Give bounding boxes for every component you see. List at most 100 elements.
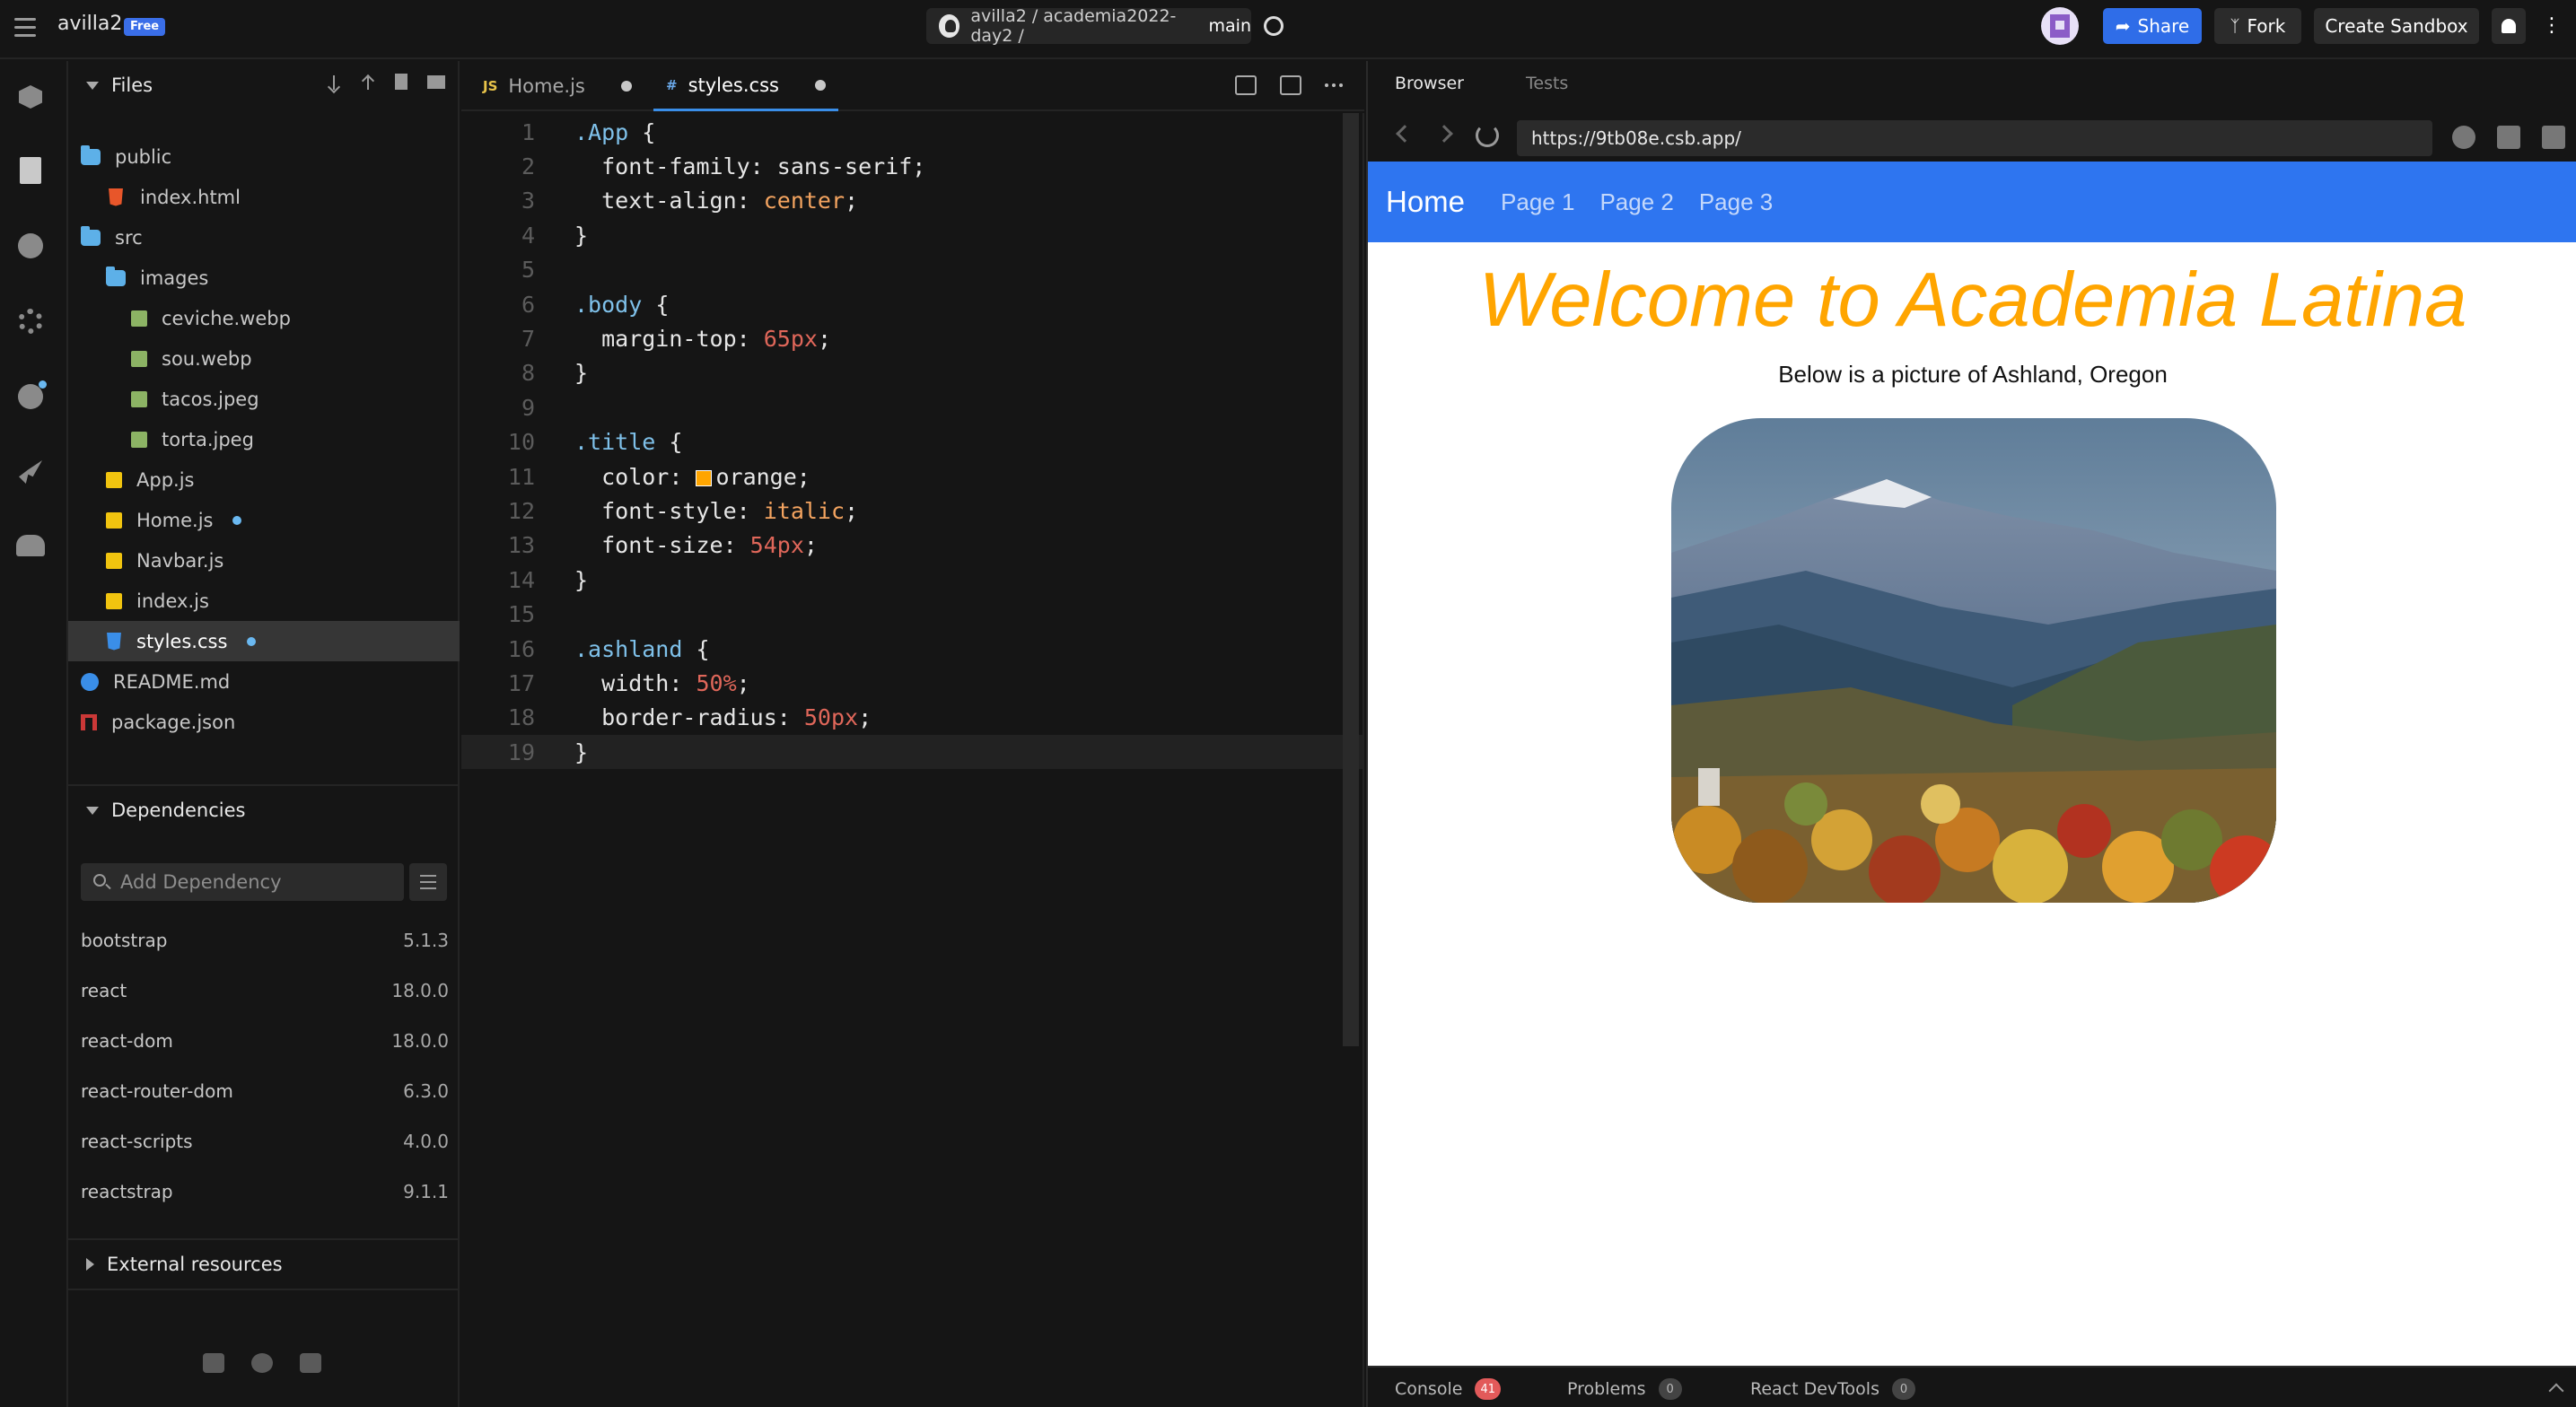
github-icon[interactable] xyxy=(14,380,47,413)
back-icon[interactable] xyxy=(1396,125,1414,143)
code-token: 50% xyxy=(696,669,737,696)
chevron-up-icon[interactable] xyxy=(2548,1383,2564,1399)
tab-styles-css[interactable]: # styles.css xyxy=(653,61,838,111)
forward-icon[interactable] xyxy=(1435,125,1453,143)
notifications-button[interactable] xyxy=(2492,8,2526,44)
file-tree-item[interactable]: App.js xyxy=(68,459,460,500)
more-menu-button[interactable]: ⋮ xyxy=(2538,8,2565,44)
file-tree-item[interactable]: images xyxy=(68,258,460,298)
avatar[interactable] xyxy=(2041,7,2079,45)
preview-icon[interactable] xyxy=(1280,75,1301,95)
workspace-name[interactable]: avilla2 xyxy=(57,13,122,35)
more-icon[interactable] xyxy=(1325,75,1346,95)
download-icon[interactable] xyxy=(327,74,341,92)
create-sandbox-button[interactable]: Create Sandbox xyxy=(2314,8,2479,44)
url-input[interactable]: https://9tb08e.csb.app/ xyxy=(1517,120,2432,156)
dependency-name: react-router-dom xyxy=(81,1080,233,1102)
file-icon[interactable] xyxy=(14,154,47,187)
line-number: 6 xyxy=(521,291,535,318)
rocket-icon[interactable] xyxy=(14,456,47,488)
file-tree-item[interactable]: index.html xyxy=(68,177,460,217)
tab-problems[interactable]: Problems 0 xyxy=(1567,1378,1682,1400)
unsaved-dot-icon[interactable] xyxy=(620,81,632,92)
share-button[interactable]: ➦ Share xyxy=(2103,8,2202,44)
file-tree-item[interactable]: styles.css xyxy=(68,621,460,661)
users-icon[interactable] xyxy=(14,529,47,562)
code-token: { xyxy=(642,291,670,318)
dependency-menu-button[interactable] xyxy=(409,863,447,901)
split-view-icon[interactable] xyxy=(1235,75,1257,95)
file-tree-item[interactable]: src xyxy=(68,217,460,258)
file-tree-item[interactable]: Home.js xyxy=(68,500,460,540)
file-tree-item[interactable]: torta.jpeg xyxy=(68,419,460,459)
dependency-item[interactable]: bootstrap 5.1.3 xyxy=(81,922,449,958)
external-resources-title: External resources xyxy=(107,1254,283,1275)
line-number: 3 xyxy=(521,188,535,214)
tab-browser[interactable]: Browser xyxy=(1395,74,1464,93)
file-tree-item[interactable]: Navbar.js xyxy=(68,540,460,581)
devtools-count-badge: 0 xyxy=(1891,1378,1915,1400)
file-tree-item[interactable]: tacos.jpeg xyxy=(68,379,460,419)
devtools-icon[interactable] xyxy=(2452,126,2475,149)
file-tree-item[interactable]: index.js xyxy=(68,581,460,621)
code-token: } xyxy=(574,738,589,765)
pane-splitter[interactable] xyxy=(1362,113,1364,1407)
file-tree-item[interactable]: sou.webp xyxy=(68,338,460,379)
new-folder-icon[interactable] xyxy=(427,75,445,89)
upload-icon[interactable] xyxy=(361,74,375,92)
code-line: 15 xyxy=(461,598,1364,632)
unsaved-dot-icon[interactable] xyxy=(814,79,826,91)
file-tree-item[interactable]: package.json xyxy=(68,702,460,742)
code-text: font-size: 54px; xyxy=(574,532,818,558)
file-actions xyxy=(327,74,445,92)
dependency-item[interactable]: react-dom 18.0.0 xyxy=(81,1023,449,1059)
dependency-item[interactable]: react-router-dom 6.3.0 xyxy=(81,1073,449,1109)
globe-icon[interactable] xyxy=(1264,16,1284,36)
info-file-icon xyxy=(81,672,99,691)
gear-icon[interactable] xyxy=(14,305,47,337)
nav-home-link[interactable]: Home xyxy=(1386,185,1465,219)
discord-icon[interactable] xyxy=(300,1353,321,1373)
dependency-item[interactable]: reactstrap 9.1.1 xyxy=(81,1174,449,1210)
refresh-icon[interactable] xyxy=(1476,124,1499,147)
external-resources-header[interactable]: External resources xyxy=(68,1240,460,1289)
tab-react-devtools[interactable]: React DevTools 0 xyxy=(1750,1378,1915,1400)
twitter-icon[interactable] xyxy=(203,1353,224,1373)
cube-icon[interactable] xyxy=(14,81,47,113)
new-file-icon[interactable] xyxy=(395,74,407,90)
repo-breadcrumb[interactable]: avilla2 / academia2022-day2 / main xyxy=(926,6,1251,46)
npm-file-icon xyxy=(81,713,97,730)
file-tree-item[interactable]: README.md xyxy=(68,661,460,702)
dependency-name: bootstrap xyxy=(81,930,168,951)
dependency-item[interactable]: react-scripts 4.0.0 xyxy=(81,1123,449,1159)
fork-button[interactable]: ᛉ Fork xyxy=(2214,8,2301,44)
code-token: orange; xyxy=(715,463,810,490)
menu-icon[interactable] xyxy=(14,18,36,38)
css-file-icon xyxy=(107,632,121,651)
nav-page-1-link[interactable]: Page 1 xyxy=(1501,188,1574,216)
search-icon[interactable] xyxy=(14,230,47,262)
editor-scrollbar[interactable] xyxy=(1343,113,1359,1046)
tab-tests[interactable]: Tests xyxy=(1526,74,1568,93)
code-text: font-style: italic; xyxy=(574,498,858,524)
add-dependency-input[interactable]: Add Dependency xyxy=(81,863,404,901)
dependencies-section-header[interactable]: Dependencies xyxy=(68,786,460,835)
nav-page-2-link[interactable]: Page 2 xyxy=(1599,188,1673,216)
files-section-header[interactable]: Files xyxy=(68,61,460,109)
open-window-icon[interactable] xyxy=(2542,126,2565,149)
file-tree-item[interactable]: ceviche.webp xyxy=(68,298,460,338)
file-tree-item[interactable]: public xyxy=(68,136,460,177)
files-title: Files xyxy=(111,74,153,96)
code-token: ; xyxy=(858,704,872,731)
tab-console[interactable]: Console 41 xyxy=(1395,1378,1501,1400)
code-area[interactable]: 1 .App {2 font-family: sans-serif; 3 text-… xyxy=(461,113,1364,1407)
code-token: ; xyxy=(736,669,750,696)
code-token: width: xyxy=(574,669,697,696)
tab-home-js[interactable]: JS Home.js xyxy=(483,61,632,111)
file-name: README.md xyxy=(113,670,231,693)
github-icon[interactable] xyxy=(251,1353,273,1373)
nav-page-3-link[interactable]: Page 3 xyxy=(1699,188,1773,216)
copy-icon[interactable] xyxy=(2497,126,2520,149)
dependency-item[interactable]: react 18.0.0 xyxy=(81,973,449,1009)
code-token: text-align: xyxy=(574,188,764,214)
